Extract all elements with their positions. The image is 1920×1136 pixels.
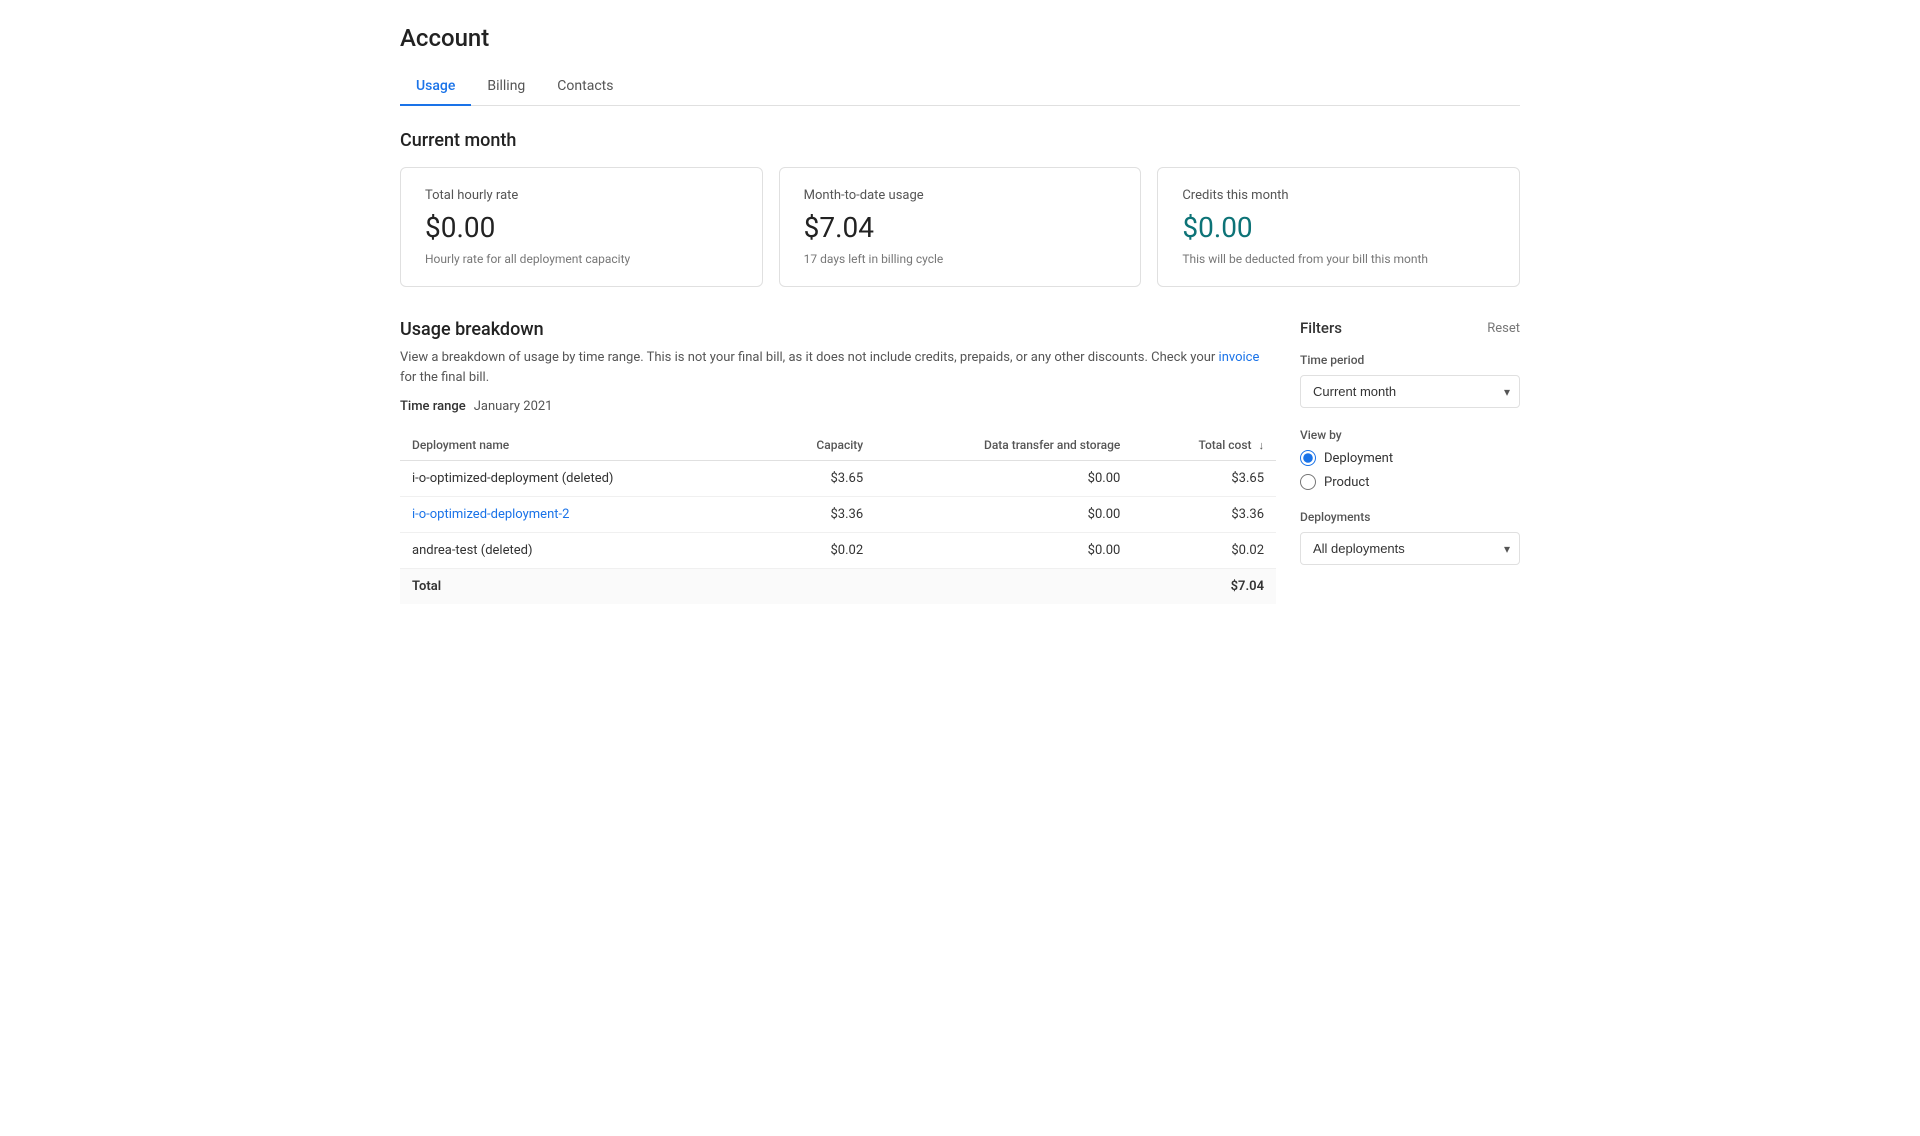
mtd-usage-card: Month-to-date usage $7.04 17 days left i… xyxy=(779,167,1142,287)
current-month-title: Current month xyxy=(400,130,1520,151)
row1-total-cost: $3.65 xyxy=(1132,461,1276,497)
breakdown-container: Usage breakdown View a breakdown of usag… xyxy=(400,319,1520,604)
table-row: i-o-optimized-deployment (deleted) $3.65… xyxy=(400,461,1276,497)
breakdown-title: Usage breakdown xyxy=(400,319,1276,340)
total-cost: $7.04 xyxy=(1132,569,1276,605)
view-by-label: View by xyxy=(1300,428,1520,442)
cards-row: Total hourly rate $0.00 Hourly rate for … xyxy=(400,167,1520,287)
credits-sub: This will be deducted from your bill thi… xyxy=(1182,252,1495,266)
col-data-transfer: Data transfer and storage xyxy=(875,430,1132,461)
row3-data-transfer: $0.00 xyxy=(875,533,1132,569)
deployments-select-wrapper: All deployments ▾ xyxy=(1300,532,1520,565)
total-data-transfer xyxy=(875,569,1132,605)
total-label: Total xyxy=(400,569,762,605)
time-range-row: Time range January 2021 xyxy=(400,399,1276,414)
radio-deployment-input[interactable] xyxy=(1300,450,1316,466)
breakdown-desc-before: View a breakdown of usage by time range.… xyxy=(400,350,1219,365)
mtd-usage-sub: 17 days left in billing cycle xyxy=(804,252,1117,266)
usage-table: Deployment name Capacity Data transfer a… xyxy=(400,430,1276,604)
hourly-rate-sub: Hourly rate for all deployment capacity xyxy=(425,252,738,266)
credits-label: Credits this month xyxy=(1182,188,1495,203)
tab-billing[interactable]: Billing xyxy=(471,68,541,106)
deployments-select[interactable]: All deployments xyxy=(1300,532,1520,565)
mtd-usage-label: Month-to-date usage xyxy=(804,188,1117,203)
col-capacity: Capacity xyxy=(762,430,875,461)
filters-sidebar: Filters Reset Time period Current month … xyxy=(1300,319,1520,604)
time-period-label: Time period xyxy=(1300,353,1520,367)
filters-title: Filters xyxy=(1300,319,1342,337)
hourly-rate-label: Total hourly rate xyxy=(425,188,738,203)
row3-name: andrea-test (deleted) xyxy=(400,533,762,569)
time-period-select-wrapper: Current month Last month Last 3 months ▾ xyxy=(1300,375,1520,408)
filter-deployments: Deployments All deployments ▾ xyxy=(1300,510,1520,565)
credits-value: $0.00 xyxy=(1182,211,1495,244)
filters-header: Filters Reset xyxy=(1300,319,1520,337)
deployments-label: Deployments xyxy=(1300,510,1520,524)
page-title: Account xyxy=(400,24,1520,52)
row2-name-link[interactable]: i-o-optimized-deployment-2 xyxy=(412,507,569,522)
invoice-link[interactable]: invoice xyxy=(1219,350,1260,365)
tab-contacts[interactable]: Contacts xyxy=(541,68,629,106)
col-total-cost[interactable]: Total cost ↓ xyxy=(1132,430,1276,461)
radio-deployment-label: Deployment xyxy=(1324,451,1393,466)
tabs-nav: Usage Billing Contacts xyxy=(400,68,1520,106)
time-period-select[interactable]: Current month Last month Last 3 months xyxy=(1300,375,1520,408)
hourly-rate-value: $0.00 xyxy=(425,211,738,244)
time-range-value: January 2021 xyxy=(474,399,553,414)
tab-usage[interactable]: Usage xyxy=(400,68,471,106)
total-capacity xyxy=(762,569,875,605)
row2-total-cost: $3.36 xyxy=(1132,497,1276,533)
breakdown-desc: View a breakdown of usage by time range.… xyxy=(400,348,1276,387)
filter-view-by: View by Deployment Product xyxy=(1300,428,1520,490)
row1-data-transfer: $0.00 xyxy=(875,461,1132,497)
hourly-rate-card: Total hourly rate $0.00 Hourly rate for … xyxy=(400,167,763,287)
time-range-label: Time range xyxy=(400,399,466,414)
breakdown-desc-after: for the final bill. xyxy=(400,370,489,385)
row2-capacity: $3.36 xyxy=(762,497,875,533)
table-row: i-o-optimized-deployment-2 $3.36 $0.00 $… xyxy=(400,497,1276,533)
row2-name: i-o-optimized-deployment-2 xyxy=(400,497,762,533)
col-deployment-name: Deployment name xyxy=(400,430,762,461)
row3-total-cost: $0.02 xyxy=(1132,533,1276,569)
radio-product-input[interactable] xyxy=(1300,474,1316,490)
table-total-row: Total $7.04 xyxy=(400,569,1276,605)
row2-data-transfer: $0.00 xyxy=(875,497,1132,533)
reset-button[interactable]: Reset xyxy=(1487,321,1520,336)
row1-capacity: $3.65 xyxy=(762,461,875,497)
radio-product[interactable]: Product xyxy=(1300,474,1520,490)
filter-time-period: Time period Current month Last month Las… xyxy=(1300,353,1520,408)
table-row: andrea-test (deleted) $0.02 $0.00 $0.02 xyxy=(400,533,1276,569)
sort-icon: ↓ xyxy=(1259,439,1265,452)
radio-deployment[interactable]: Deployment xyxy=(1300,450,1520,466)
breakdown-main: Usage breakdown View a breakdown of usag… xyxy=(400,319,1276,604)
mtd-usage-value: $7.04 xyxy=(804,211,1117,244)
credits-card: Credits this month $0.00 This will be de… xyxy=(1157,167,1520,287)
row1-name: i-o-optimized-deployment (deleted) xyxy=(400,461,762,497)
radio-product-label: Product xyxy=(1324,475,1369,490)
row3-capacity: $0.02 xyxy=(762,533,875,569)
view-by-radio-group: Deployment Product xyxy=(1300,450,1520,490)
